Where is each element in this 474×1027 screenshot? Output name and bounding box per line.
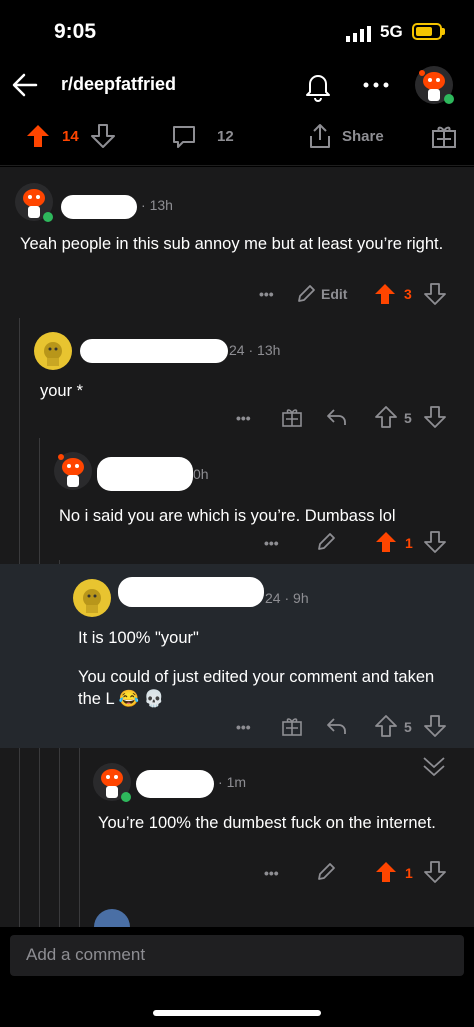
redacted-username [80, 339, 228, 363]
status-time: 9:05 [54, 20, 97, 43]
comment-5-upvote-icon[interactable] [375, 861, 397, 883]
post-downvote-icon[interactable] [91, 124, 115, 148]
comment-2-award-icon[interactable] [281, 406, 303, 428]
comment-5-text: You’re 100% the dumbest fuck on the inte… [98, 814, 436, 832]
comment-1-edit-icon[interactable] [296, 284, 316, 304]
next-comment-avatar[interactable] [93, 908, 131, 927]
comment-1-votes: 3 [404, 286, 412, 302]
comment-1-downvote-icon[interactable] [424, 283, 446, 305]
post-comment-count: 12 [217, 128, 234, 145]
comment-5-avatar[interactable] [92, 762, 134, 804]
comment-3-votes: 1 [405, 535, 413, 551]
comment-4-text-1: It is 100% "your" [78, 629, 199, 647]
comment-4-votes: 5 [404, 719, 412, 735]
comment-3-downvote-icon[interactable] [424, 531, 446, 553]
subreddit-title[interactable]: r/deepfatfried [61, 74, 176, 95]
back-arrow-icon[interactable] [10, 70, 40, 100]
share-icon[interactable] [307, 122, 333, 150]
comment-4-meta: 24 · 9h [265, 590, 309, 606]
add-comment-placeholder[interactable]: Add a comment [26, 945, 145, 965]
comment-4-time: 9h [293, 590, 309, 606]
comment-2-downvote-icon[interactable] [424, 406, 446, 428]
comment-1-time-value: 13h [149, 197, 173, 213]
award-icon[interactable] [431, 123, 457, 149]
comment-2-more-icon[interactable]: ••• [236, 410, 251, 426]
comment-5-downvote-icon[interactable] [424, 861, 446, 883]
comment-2-name-tail: 24 [229, 342, 245, 358]
comment-2-upvote-icon[interactable] [375, 406, 397, 428]
comment-2-avatar[interactable] [33, 331, 73, 371]
redacted-username [118, 577, 264, 607]
comment-4-name-tail: 24 [265, 590, 281, 606]
battery-tip [442, 28, 445, 35]
comment-4-avatar[interactable] [72, 578, 112, 618]
comment-2-reply-icon[interactable] [325, 406, 347, 428]
redacted-username [97, 457, 193, 491]
comment-3-name-tail: 0h [193, 466, 209, 482]
network-label: 5G [380, 22, 403, 41]
comment-1-edit-label[interactable]: Edit [321, 286, 347, 302]
comment-3-upvote-icon[interactable] [375, 531, 397, 553]
more-options-icon[interactable] [362, 80, 390, 90]
comment-4-award-icon[interactable] [281, 715, 303, 737]
comment-5-more-icon[interactable]: ••• [264, 865, 279, 881]
comment-5-votes: 1 [405, 865, 413, 881]
comment-icon[interactable] [171, 124, 197, 150]
thread-line-4 [79, 748, 80, 927]
battery-icon [412, 23, 442, 40]
comment-4-reply-icon[interactable] [325, 715, 347, 737]
comment-3-edit-icon[interactable] [316, 532, 336, 552]
comment-2-votes: 5 [404, 410, 412, 426]
comment-3-text: No i said you are which is you’re. Dumba… [59, 507, 396, 525]
comment-3-avatar[interactable] [53, 451, 95, 493]
comment-1-upvote-icon[interactable] [374, 283, 396, 305]
comment-2-text: your * [40, 382, 84, 400]
comment-1-avatar[interactable] [14, 182, 56, 224]
comment-3-more-icon[interactable]: ••• [264, 535, 279, 551]
collapse-chevron-icon[interactable] [422, 755, 446, 777]
comment-4-upvote-icon[interactable] [375, 715, 397, 737]
post-vote-count: 14 [62, 128, 79, 145]
user-avatar[interactable] [414, 65, 458, 107]
comment-2-time: 13h [257, 342, 281, 358]
comment-2-meta: 24 · 13h [229, 342, 281, 358]
post-upvote-icon[interactable] [26, 124, 50, 148]
comment-1-time: · 13h [141, 197, 173, 213]
comment-5-time-value: 1m [226, 774, 247, 790]
bell-icon[interactable] [303, 70, 333, 102]
redacted-username [136, 770, 214, 798]
home-indicator [153, 1010, 321, 1016]
comment-5-edit-icon[interactable] [316, 862, 336, 882]
signal-icon [346, 26, 372, 42]
comment-1-more-icon[interactable]: ••• [259, 286, 274, 302]
comment-4-more-icon[interactable]: ••• [236, 719, 251, 735]
comment-1-text: Yeah people in this sub annoy me but at … [20, 235, 444, 253]
comment-5-time: · 1m [218, 774, 247, 790]
comment-4-text-2: You could of just edited your comment an… [78, 668, 435, 708]
comment-4-downvote-icon[interactable] [424, 715, 446, 737]
redacted-username [61, 195, 137, 219]
share-label[interactable]: Share [342, 128, 384, 145]
